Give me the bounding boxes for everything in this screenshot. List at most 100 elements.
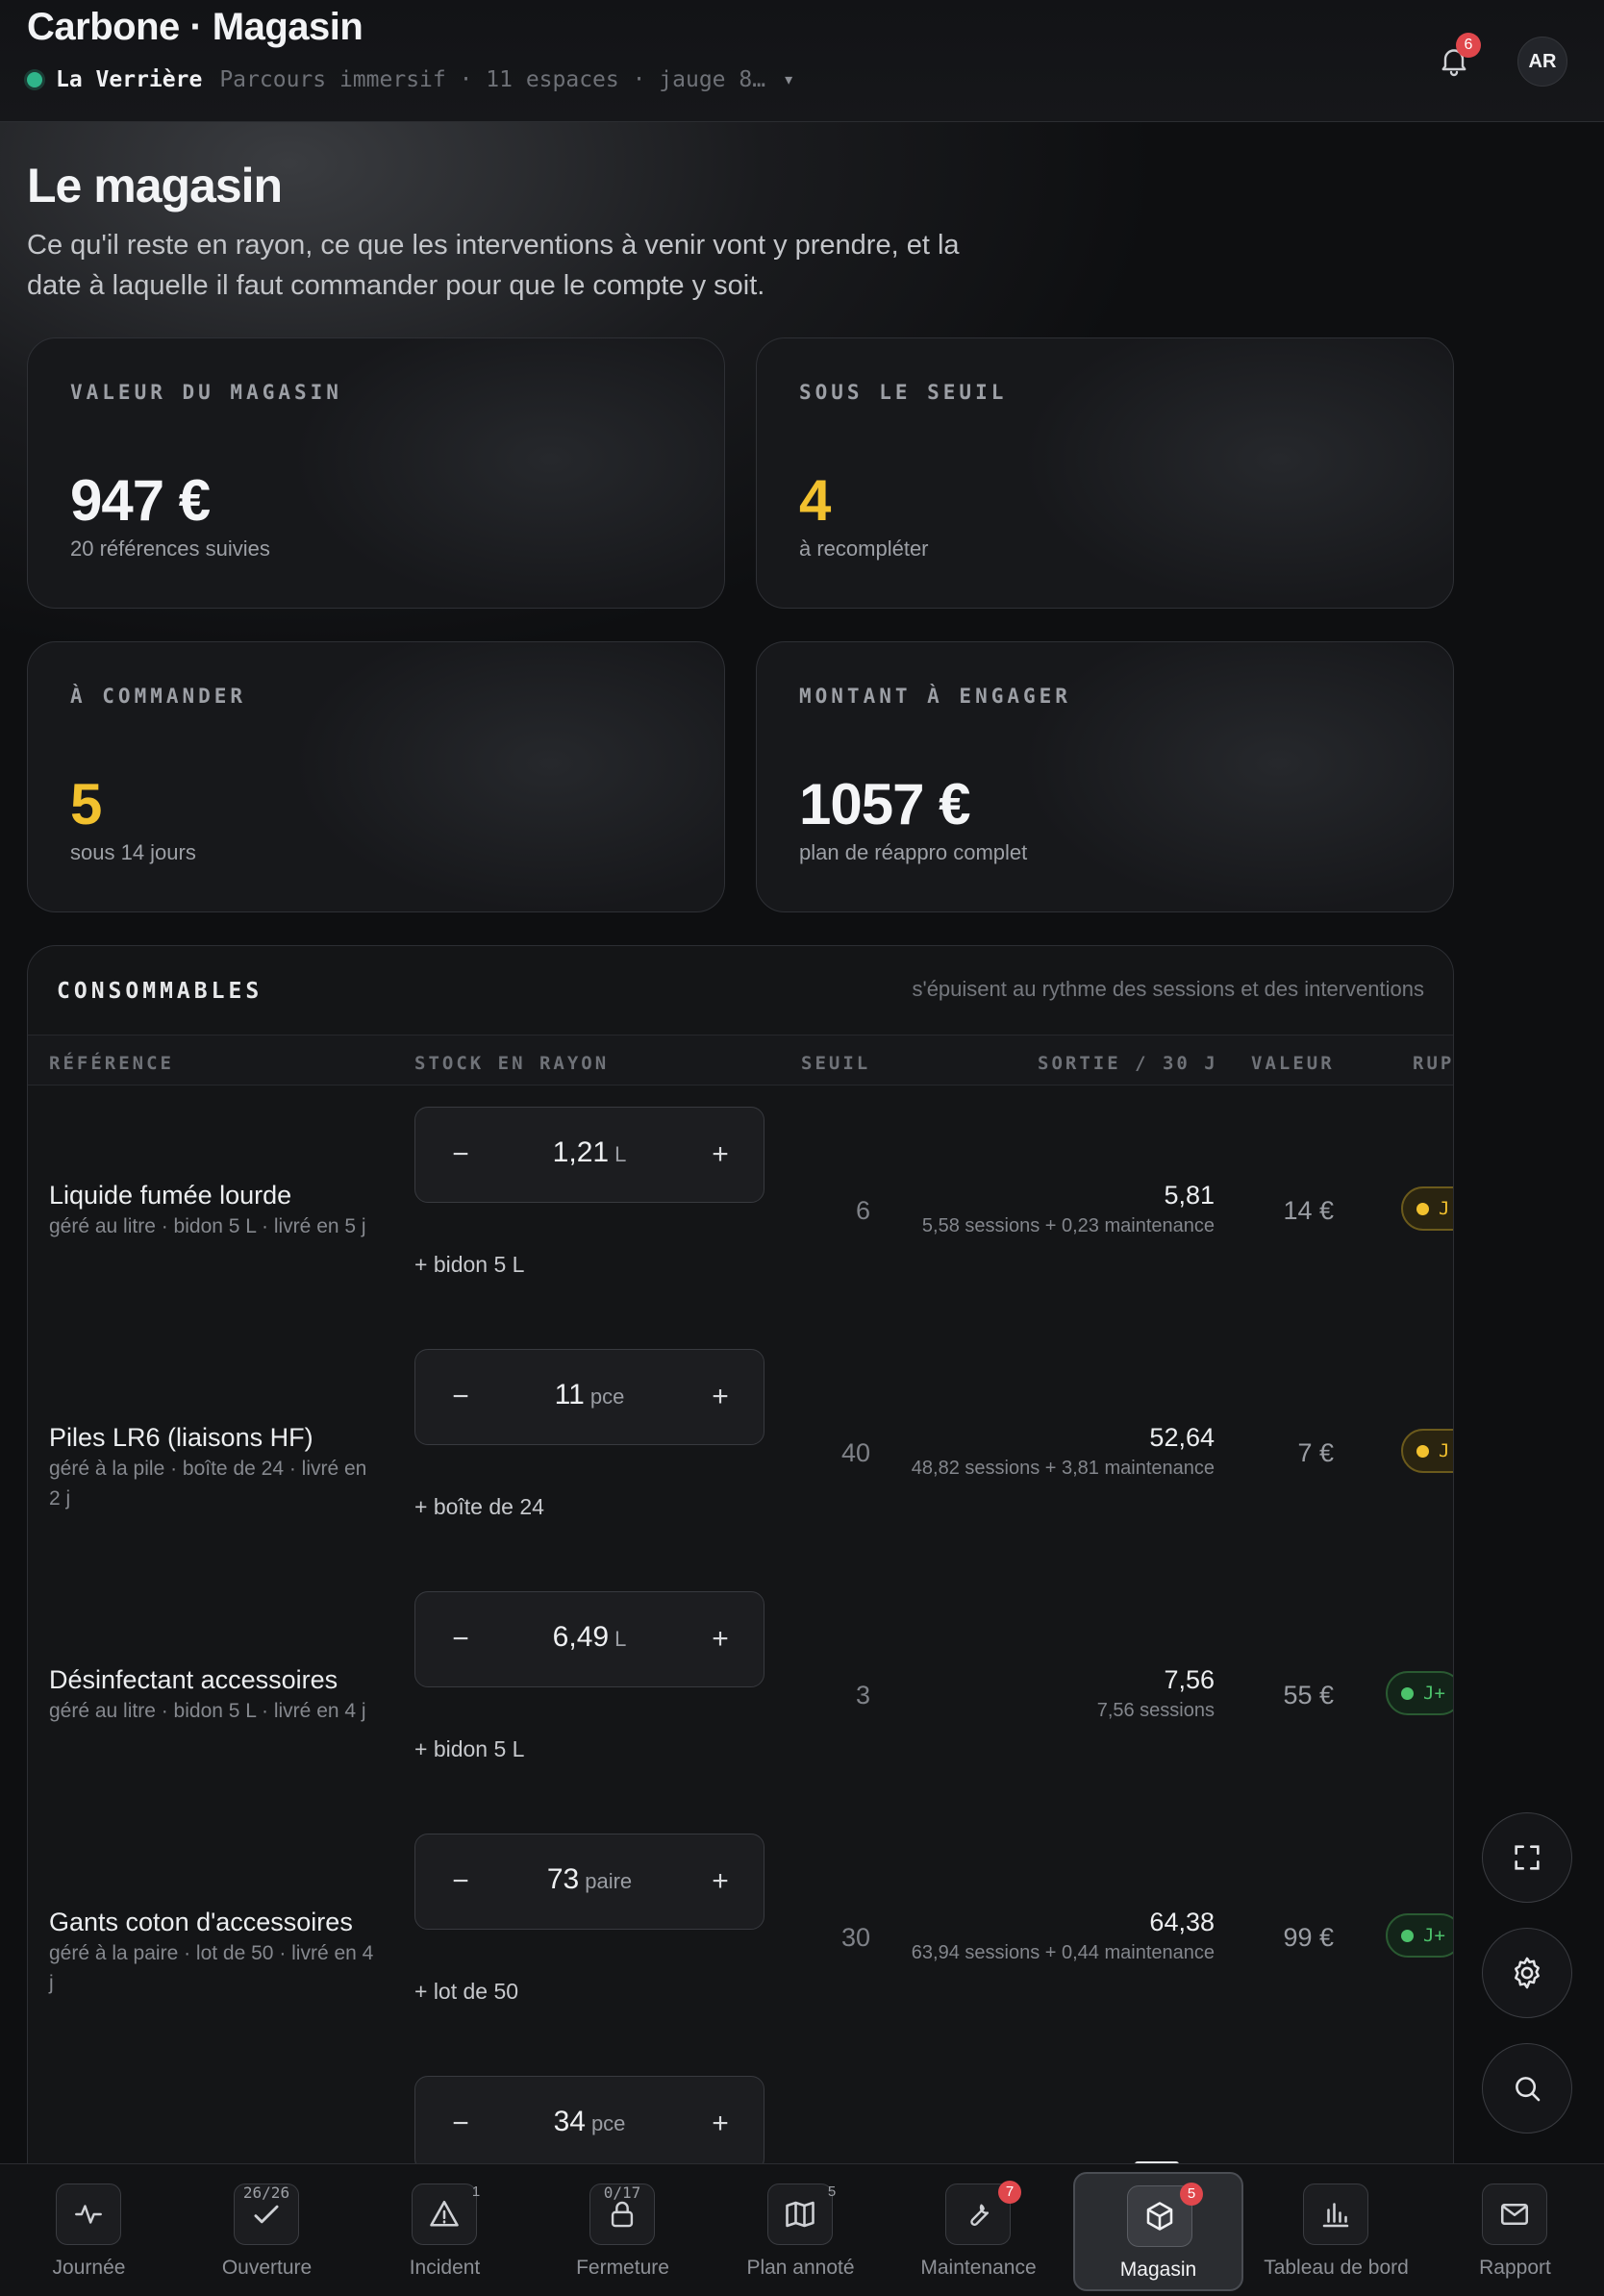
stock-quantity[interactable]: 34 [554, 2106, 586, 2137]
nav-item-plan-annote[interactable]: 5 Plan annoté [712, 2164, 890, 2296]
gear-icon [1509, 1955, 1545, 1991]
reference-name: Gants coton d'accessoires [49, 1908, 353, 1936]
outflow-detail: 63,94 sessions + 0,44 maintenance [911, 1942, 1215, 1963]
column-header-outflow[interactable]: SORTIE / 30 J [1038, 1053, 1218, 1074]
increment-button[interactable]: + [696, 1858, 744, 1906]
column-header-value[interactable]: VALEUR [1251, 1053, 1335, 1074]
quantity-stepper: − 34 pce + [414, 2076, 764, 2172]
nav-label: Incident [409, 2257, 481, 2279]
nav-item-magasin[interactable]: 5 Magasin [1073, 2172, 1243, 2291]
nav-badge: 7 [998, 2181, 1021, 2204]
reference-name: Piles LR6 (liaisons HF) [49, 1423, 313, 1452]
nav-label: Ouverture [221, 2257, 313, 2279]
nav-badge: 1 [471, 2184, 481, 2200]
reference-meta: géré au litre · bidon 5 L · livré en 4 j [49, 1700, 366, 1722]
chevron-down-icon: ▾ [785, 72, 793, 88]
kpi-subtext: 20 références suivies [70, 537, 270, 561]
reference-meta: géré au litre · bidon 5 L · livré en 5 j [49, 1215, 366, 1237]
stock-value: 99 € [1283, 1923, 1334, 1952]
stock-quantity[interactable]: 6,49 [553, 1621, 609, 1653]
kpi-label: À COMMANDER [70, 685, 247, 708]
bottom-nav: Journée 26/26 Ouverture 1 Incident 0/17 … [0, 2163, 1604, 2296]
kpi-subtext: sous 14 jours [70, 840, 196, 864]
column-header-threshold[interactable]: SEUIL [801, 1053, 870, 1074]
column-header-stockout[interactable]: RUP [1413, 1053, 1453, 1074]
kpi-card-amount-to-commit: MONTANT À ENGAGER 1057 € plan de réappro… [756, 641, 1454, 912]
stockout-text: J+ [1423, 1683, 1445, 1704]
nav-progress: 0/17 [603, 2184, 641, 2202]
stock-quantity[interactable]: 1,21 [553, 1136, 609, 1168]
increment-button[interactable]: + [696, 1131, 744, 1179]
stockout-badge: J+ [1386, 1671, 1453, 1715]
increment-button[interactable]: + [696, 2100, 744, 2148]
increment-button[interactable]: + [696, 1373, 744, 1421]
top-bar: Carbone · Magasin La Verrière Parcours i… [0, 0, 1604, 122]
nav-item-maintenance[interactable]: 7 Maintenance [890, 2164, 1067, 2296]
reorder-suggestion[interactable]: + lot de 50 [414, 1979, 518, 2005]
quantity-stepper: − 1,21 L + [414, 1107, 764, 1203]
kpi-label: SOUS LE SEUIL [799, 381, 1008, 404]
nav-item-rapport[interactable]: Rapport [1426, 2164, 1604, 2296]
reorder-suggestion[interactable]: + boîte de 24 [414, 1494, 544, 1520]
reference-name: Désinfectant accessoires [49, 1665, 338, 1694]
table-row[interactable]: Gants coton d'accessoires géré à la pair… [28, 1813, 1453, 2056]
stock-unit: pce [589, 1385, 625, 1409]
kpi-subtext: à recompléter [799, 537, 929, 561]
nav-item-incident[interactable]: 1 Incident [356, 2164, 534, 2296]
status-dot [1416, 1202, 1429, 1215]
settings-button[interactable] [1482, 1928, 1572, 2018]
nav-item-fermeture[interactable]: 0/17 Fermeture [534, 2164, 712, 2296]
activity-icon [56, 2184, 121, 2245]
stock-quantity[interactable]: 73 [547, 1863, 579, 1895]
table-header: RÉFÉRENCE STOCK EN RAYON SEUIL SORTIE / … [28, 1035, 1453, 1086]
avatar[interactable]: AR [1517, 37, 1567, 87]
stockout-text: J+ [1423, 1925, 1445, 1946]
increment-button[interactable]: + [696, 1615, 744, 1663]
venue-name: La Verrière [56, 67, 203, 92]
column-header-reference[interactable]: RÉFÉRENCE [49, 1053, 174, 1074]
reference-meta: géré à la paire · lot de 50 · livré en 4… [49, 1942, 374, 1994]
reorder-suggestion[interactable]: + bidon 5 L [414, 1252, 524, 1278]
page-description: Ce qu'il reste en rayon, ce que les inte… [27, 230, 960, 301]
nav-label: Tableau de bord [1264, 2257, 1409, 2279]
fullscreen-button[interactable] [1482, 1812, 1572, 1903]
stockout-badge: J [1401, 1429, 1453, 1473]
nav-label: Magasin [1119, 2259, 1197, 2281]
kpi-card-store-value: VALEUR DU MAGASIN 947 € 20 références su… [27, 337, 725, 609]
nav-label: Fermeture [576, 2257, 669, 2279]
reference-name: Liquide fumée lourde [49, 1181, 292, 1210]
quantity-stepper: − 73 paire + [414, 1834, 764, 1930]
status-dot [1416, 1444, 1429, 1458]
nav-item-journee[interactable]: Journée [0, 2164, 178, 2296]
panel-note: s'épuisent au rythme des sessions et des… [912, 977, 1425, 1001]
chart-icon [1303, 2184, 1368, 2245]
outflow-value: 7,56 [1164, 1665, 1215, 1694]
outflow-value: 5,81 [1164, 1181, 1215, 1210]
stockout-text: J [1439, 1198, 1450, 1219]
column-header-stock[interactable]: STOCK EN RAYON [414, 1053, 609, 1074]
search-button[interactable] [1482, 2043, 1572, 2134]
kpi-value: 4 [799, 468, 831, 533]
nav-label: Rapport [1479, 2257, 1551, 2279]
nav-progress: 26/26 [242, 2184, 290, 2202]
stock-quantity[interactable]: 11 [555, 1379, 585, 1410]
table-row[interactable]: Liquide fumée lourde géré au litre · bid… [28, 1086, 1453, 1329]
stockout-badge: J [1401, 1186, 1453, 1231]
page-title: Le magasin [27, 159, 283, 212]
stock-unit: paire [585, 1869, 633, 1893]
threshold-value: 3 [855, 1681, 870, 1710]
mail-icon [1482, 2184, 1547, 2245]
venue-selector[interactable]: La Verrière Parcours immersif · 11 espac… [27, 67, 792, 92]
nav-label: Journée [52, 2257, 126, 2279]
nav-label: Plan annoté [746, 2257, 855, 2279]
expand-icon [1511, 1841, 1543, 1874]
notification-badge: 6 [1456, 33, 1481, 58]
nav-item-tableau-de-bord[interactable]: Tableau de bord [1247, 2164, 1425, 2296]
reorder-suggestion[interactable]: + bidon 5 L [414, 1736, 524, 1762]
table-row[interactable]: Piles LR6 (liaisons HF) géré à la pile ·… [28, 1329, 1453, 1571]
kpi-label: MONTANT À ENGAGER [799, 685, 1071, 708]
table-row[interactable]: Désinfectant accessoires géré au litre ·… [28, 1571, 1453, 1813]
nav-item-ouverture[interactable]: 26/26 Ouverture [178, 2164, 356, 2296]
kpi-value: 1057 € [799, 772, 971, 836]
kpi-subtext: plan de réappro complet [799, 840, 1028, 864]
